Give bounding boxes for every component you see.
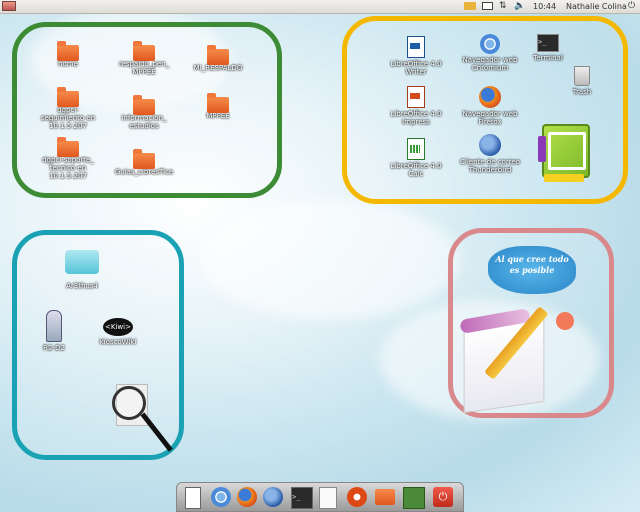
trash-icon bbox=[574, 66, 590, 86]
desktop-icon-thunderbird[interactable]: Cliente de correo Thunderbird bbox=[458, 134, 522, 174]
desktop-icon-mi-respaldo[interactable]: MI_RESPALDO bbox=[186, 45, 250, 72]
desktop-icon-firefox[interactable]: Navegador web Firefox bbox=[458, 86, 522, 126]
dock-chromium-icon[interactable] bbox=[211, 487, 231, 507]
desktop-icon-libreoffice-impress[interactable]: LibreOffice 4.0 Impress bbox=[384, 86, 448, 126]
desktop-icon-r2d2[interactable]: R2-D2 bbox=[22, 310, 86, 352]
folder-icon bbox=[133, 95, 155, 115]
dock-workspace-switcher-icon[interactable] bbox=[403, 487, 425, 509]
basket-widget-icon bbox=[538, 118, 590, 184]
network-folder-icon bbox=[57, 87, 79, 107]
desktop-icon-label: home bbox=[58, 60, 78, 68]
libreoffice-impress-icon bbox=[407, 86, 425, 108]
desktop-icon-terminal[interactable]: >_ Terminal bbox=[516, 34, 580, 62]
libreoffice-calc-icon bbox=[407, 138, 425, 160]
dock-thunderbird-icon[interactable] bbox=[263, 487, 283, 507]
desktop-icon-trash[interactable]: Trash bbox=[550, 66, 614, 96]
r2d2-icon bbox=[46, 310, 62, 342]
dock-firefox-icon[interactable] bbox=[237, 487, 257, 507]
network-folder-icon bbox=[57, 137, 79, 157]
libreoffice-writer-icon bbox=[407, 36, 425, 58]
dock-power-icon[interactable]: ⏻ bbox=[433, 487, 453, 507]
sort-arrows-icon[interactable]: ⇅ bbox=[499, 1, 507, 12]
firefox-icon bbox=[479, 86, 501, 108]
top-panel: ⇅ 🔈 10:44 Nathalie Colina ⏻ bbox=[0, 0, 640, 14]
chat-bubble-icon bbox=[65, 250, 99, 274]
desktop-icon-kioscowiki[interactable]: <Kiwi> kioscoWiki bbox=[86, 318, 150, 346]
time-display[interactable]: 10:44 bbox=[533, 1, 556, 12]
desktop-icon-label: LibreOffice 4.0 Impress bbox=[390, 110, 442, 126]
folder-icon bbox=[207, 45, 229, 65]
desktop-icon-label: LibreOffice 4.0 Writer bbox=[390, 60, 442, 76]
desktop-icon-label: Cliente de correo Thunderbird bbox=[460, 158, 520, 174]
desktop-icon-label: MI_RESPALDO bbox=[193, 64, 243, 72]
folder-link-icon bbox=[207, 93, 229, 113]
desktop-icon-mppee[interactable]: MPPEE bbox=[186, 93, 250, 120]
desktop-icon-label: R2-D2 bbox=[43, 344, 65, 352]
thunderbird-icon bbox=[479, 134, 501, 156]
desktop-icon-ar3thus4[interactable]: Ar3thus4 bbox=[50, 250, 114, 290]
dock: >_ ⏻ bbox=[176, 482, 464, 512]
dock-text-editor-icon[interactable] bbox=[319, 487, 337, 509]
desktop-icon-label: Trash bbox=[572, 88, 592, 96]
dock-files-icon[interactable] bbox=[185, 487, 201, 509]
desktop-icon-label: Navegador web Chromium bbox=[462, 56, 518, 72]
volume-icon[interactable]: 🔈 bbox=[514, 1, 525, 12]
desktop-icon-label: informacion_ estudios bbox=[121, 114, 167, 130]
dock-terminal-icon[interactable]: >_ bbox=[291, 487, 313, 509]
desktop-icon-dgpcl-seguimiento[interactable]: dgpcl-seguimiento en 10.1.5.207 bbox=[36, 87, 100, 130]
kiwix-icon: <Kiwi> bbox=[103, 318, 133, 336]
power-icon[interactable]: ⏻ bbox=[628, 1, 635, 12]
desktop-icon-libreoffice-writer[interactable]: LibreOffice 4.0 Writer bbox=[384, 36, 448, 76]
desktop-icon-label: MPPEE bbox=[206, 112, 230, 120]
desktop-icon-label: dgpcl-seguimiento en 10.1.5.207 bbox=[40, 106, 96, 130]
dock-ubuntu-software-icon[interactable] bbox=[347, 487, 367, 507]
desktop-icon-label: Terminal bbox=[533, 54, 563, 62]
desktop-icon-label: respaldo_pen_ MPPEE bbox=[118, 60, 170, 76]
desktop-icon-label: Guias_LibresTice bbox=[114, 168, 174, 176]
notepad-pencil-icon bbox=[456, 304, 596, 414]
home-folder-icon bbox=[57, 41, 79, 61]
desktop-icon-label: dgpcl-soporte_ tecnico en 10.1.5.207 bbox=[42, 156, 94, 180]
desktop-icon-label: kioscoWiki bbox=[99, 338, 137, 346]
note-widget-text: Al que cree todo es posible bbox=[495, 254, 569, 275]
note-widget: Al que cree todo es posible bbox=[486, 240, 582, 298]
desktop-icon-label: Navegador web Firefox bbox=[462, 110, 518, 126]
magnifier-document-icon bbox=[110, 380, 173, 466]
desktop-icon-label: Ar3thus4 bbox=[66, 282, 98, 290]
desktop-icon-informacion-estudios[interactable]: informacion_ estudios bbox=[112, 95, 176, 130]
desktop-icon-dgpcl-soporte[interactable]: dgpcl-soporte_ tecnico en 10.1.5.207 bbox=[36, 137, 100, 180]
folder-indicator-icon[interactable] bbox=[464, 2, 476, 10]
chromium-icon bbox=[480, 34, 500, 54]
terminal-icon: >_ bbox=[537, 34, 559, 52]
user-name[interactable]: Nathalie Colina bbox=[566, 1, 627, 12]
folder-icon bbox=[133, 149, 155, 169]
desktop-icon-home[interactable]: home bbox=[36, 41, 100, 68]
background-cloud bbox=[200, 200, 460, 320]
app-indicator-icon[interactable] bbox=[2, 1, 16, 11]
desktop-icon-chromium[interactable]: Navegador web Chromium bbox=[458, 34, 522, 72]
desktop-icon-guias-librestice[interactable]: Guias_LibresTice bbox=[112, 149, 176, 176]
desktop-icon-libreoffice-calc[interactable]: LibreOffice 4.0 Calc bbox=[384, 138, 448, 178]
dock-home-folder-icon[interactable] bbox=[375, 489, 395, 505]
folder-icon bbox=[133, 41, 155, 61]
mail-icon[interactable] bbox=[482, 2, 493, 10]
desktop-icon-respaldo-pen[interactable]: respaldo_pen_ MPPEE bbox=[112, 41, 176, 76]
desktop-icon-label: LibreOffice 4.0 Calc bbox=[390, 162, 442, 178]
